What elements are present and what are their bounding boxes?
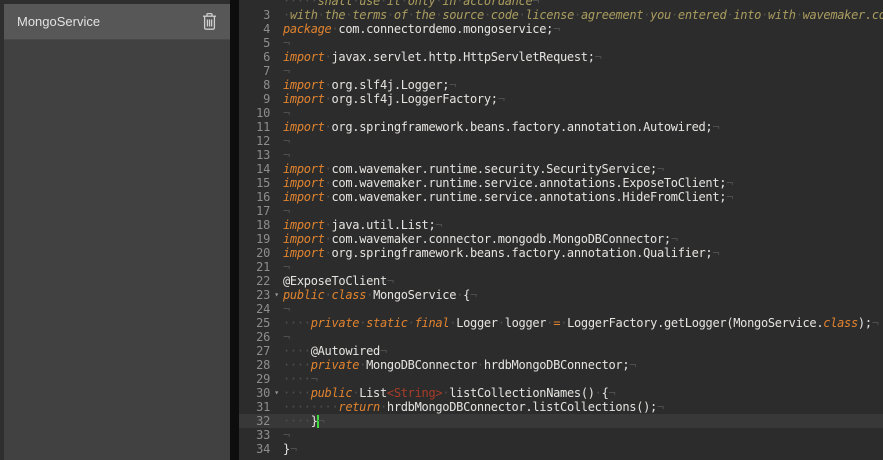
line-number[interactable]: 29 [239,372,283,386]
line-number[interactable]: 14 [239,162,283,176]
code-line[interactable]: 12¬ [239,134,883,148]
code-line[interactable]: 15import·com.wavemaker.runtime.service.a… [239,176,883,190]
sidebar: MongoService [0,0,230,460]
code-line[interactable]: 34}¬ [239,442,883,456]
code-line[interactable]: 28····private·MongoDBConnector·hrdbMongo… [239,358,883,372]
line-number[interactable] [239,0,283,8]
panel-divider [230,0,239,460]
service-name-label: MongoService [17,14,199,29]
code-line[interactable]: 29····¬ [239,372,883,386]
line-number[interactable]: 17 [239,204,283,218]
line-number[interactable]: 24 [239,302,283,316]
code-line[interactable]: 33¬ [239,428,883,442]
line-number[interactable]: 32 [239,414,283,428]
code-line[interactable]: 27····@Autowired¬ [239,344,883,358]
service-list: MongoService [4,4,230,460]
fold-arrow-icon[interactable]: ▾ [270,288,283,302]
line-number[interactable]: 19 [239,232,283,246]
code-line[interactable]: 7¬ [239,64,883,78]
code-line[interactable]: 21¬ [239,260,883,274]
sidebar-item-mongoservice[interactable]: MongoService [4,4,230,40]
fold-arrow-icon[interactable]: ▾ [270,386,283,400]
line-number[interactable]: 12 [239,134,283,148]
line-number[interactable]: 15 [239,176,283,190]
code-line[interactable]: 18import·java.util.List;¬ [239,218,883,232]
code-line[interactable]: 3·with·the·terms·of·the·source·code·lice… [239,8,883,22]
code-line[interactable]: 5¬ [239,36,883,50]
code-line[interactable]: 32····}¬ [239,414,883,428]
line-number[interactable]: 7 [239,64,283,78]
code-line[interactable]: 6import·javax.servlet.http.HttpServletRe… [239,50,883,64]
code-line[interactable]: 25····private·static·final·Logger·logger… [239,316,883,330]
code-line[interactable]: 19import·com.wavemaker.connector.mongodb… [239,232,883,246]
line-number[interactable]: 6 [239,50,283,64]
code-line[interactable]: 24¬ [239,302,883,316]
line-number[interactable]: 34 [239,442,283,456]
editor-lines: ·····shall·use·it·only·in·accordance¬3·w… [239,0,883,456]
code-line[interactable]: 23▾public·class·MongoService·{¬ [239,288,883,302]
code-line[interactable]: 31········return·hrdbMongoDBConnector.li… [239,400,883,414]
line-number[interactable]: 33 [239,428,283,442]
app-window: MongoService [0,0,883,460]
code-line[interactable]: 8import·org.slf4j.Logger;¬ [239,78,883,92]
line-number[interactable]: 25 [239,316,283,330]
code-line[interactable]: 26¬ [239,330,883,344]
code-line[interactable]: ·····shall·use·it·only·in·accordance¬ [239,0,883,8]
code-line[interactable]: 11import·org.springframework.beans.facto… [239,120,883,134]
code-line[interactable]: 20import·org.springframework.beans.facto… [239,246,883,260]
line-number[interactable]: 3 [239,8,283,22]
line-number[interactable]: 8 [239,78,283,92]
code-line[interactable]: 22@ExposeToClient¬ [239,274,883,288]
line-number[interactable]: 5 [239,36,283,50]
line-number[interactable]: 27 [239,344,283,358]
line-number[interactable]: 31 [239,400,283,414]
code-line[interactable]: 30▾····public·List<String>·listCollectio… [239,386,883,400]
code-line[interactable]: 4package·com.connectordemo.mongoservice;… [239,22,883,36]
code-line[interactable]: 17¬ [239,204,883,218]
trash-icon [201,12,218,31]
line-number[interactable]: 11 [239,120,283,134]
line-number[interactable]: 28 [239,358,283,372]
code-line[interactable]: 9import·org.slf4j.LoggerFactory;¬ [239,92,883,106]
code-line[interactable]: 14import·com.wavemaker.runtime.security.… [239,162,883,176]
delete-service-button[interactable] [199,10,220,33]
line-number[interactable]: 13 [239,148,283,162]
line-number[interactable]: 10 [239,106,283,120]
line-number[interactable]: 22 [239,274,283,288]
line-number[interactable]: 30▾ [239,386,283,400]
line-number[interactable]: 20 [239,246,283,260]
line-number[interactable]: 18 [239,218,283,232]
code-line[interactable]: 13¬ [239,148,883,162]
code-line[interactable]: 16import·com.wavemaker.runtime.service.a… [239,190,883,204]
line-number[interactable]: 9 [239,92,283,106]
line-number[interactable]: 26 [239,330,283,344]
line-number[interactable]: 16 [239,190,283,204]
code-line[interactable]: 10¬ [239,106,883,120]
code-editor[interactable]: ·····shall·use·it·only·in·accordance¬3·w… [239,0,883,460]
line-number[interactable]: 21 [239,260,283,274]
line-number[interactable]: 4 [239,22,283,36]
line-number[interactable]: 23▾ [239,288,283,302]
